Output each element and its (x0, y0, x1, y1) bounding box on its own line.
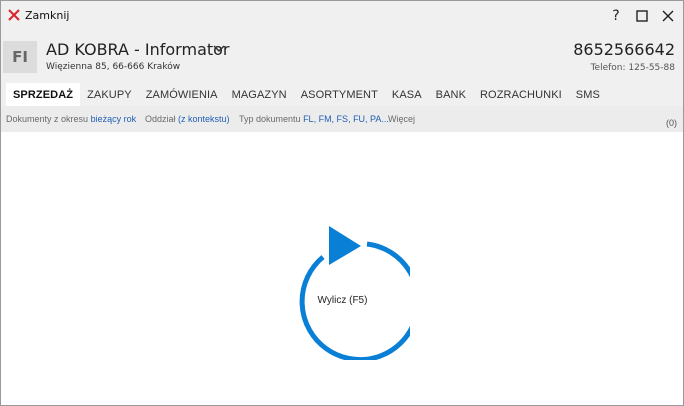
tab-sms[interactable]: SMS (569, 83, 607, 106)
maximize-icon[interactable] (633, 7, 651, 25)
refresh-icon[interactable] (275, 220, 410, 360)
tab-magazyn[interactable]: MAGAZYN (225, 83, 294, 106)
filter-period[interactable]: Dokumenty z okresu bieżący rok (6, 114, 136, 124)
company-address: Więzienna 85, 66-666 Kraków (46, 62, 181, 72)
tab-bank[interactable]: BANK (429, 83, 473, 106)
company-phone: Telefon: 125-55-88 (590, 63, 675, 73)
filter-bar: Dokumenty z okresu bieżący rok Oddział (… (1, 106, 683, 132)
document-count: (0) (666, 118, 677, 128)
filter-doctype-value[interactable]: FL, FM, FS, FU, PA... (303, 114, 389, 124)
document-list-area: Wylicz (F5) (1, 132, 683, 405)
filter-branch-value[interactable]: (z kontekstu) (178, 114, 230, 124)
company-name[interactable]: AD KOBRA - Informator (46, 40, 230, 59)
close-x-icon[interactable] (8, 9, 20, 21)
close-icon[interactable] (659, 7, 677, 25)
filter-doctype[interactable]: Typ dokumentu FL, FM, FS, FU, PA... (239, 114, 389, 124)
chevron-down-icon[interactable] (213, 44, 225, 54)
title-bar: Zamknij ? (1, 1, 683, 31)
filter-doctype-label: Typ dokumentu (239, 114, 301, 124)
tab-sprzedaz[interactable]: SPRZEDAŻ (6, 83, 81, 106)
tab-zamowienia[interactable]: ZAMÓWIENIA (139, 83, 225, 106)
more-filters-link[interactable]: Więcej (388, 114, 415, 124)
company-nip: 8652566642 (573, 40, 675, 59)
tab-kasa[interactable]: KASA (385, 83, 429, 106)
close-link[interactable]: Zamknij (25, 9, 69, 22)
filter-period-value[interactable]: bieżący rok (91, 114, 137, 124)
avatar: FI (3, 41, 37, 73)
module-tabs: SPRZEDAŻ ZAKUPY ZAMÓWIENIA MAGAZYN ASORT… (1, 83, 683, 106)
calculate-button[interactable]: Wylicz (F5) (275, 295, 410, 306)
tab-asortyment[interactable]: ASORTYMENT (294, 83, 385, 106)
tab-zakupy[interactable]: ZAKUPY (80, 83, 139, 106)
company-header: FI AD KOBRA - Informator Więzienna 85, 6… (1, 31, 683, 83)
app-window: Zamknij ? FI AD KOBRA - Informator Więzi… (0, 0, 684, 406)
tab-rozrachunki[interactable]: ROZRACHUNKI (473, 83, 569, 106)
filter-period-label: Dokumenty z okresu (6, 114, 89, 124)
filter-branch-label: Oddział (145, 114, 176, 124)
filter-branch[interactable]: Oddział (z kontekstu) (145, 114, 230, 124)
help-button[interactable]: ? (607, 7, 625, 25)
